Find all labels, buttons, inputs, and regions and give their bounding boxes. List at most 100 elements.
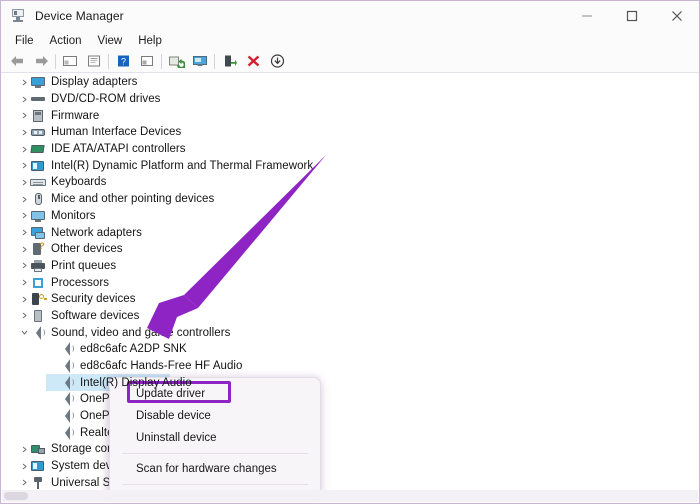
tree-row[interactable]: ed8c6afc A2DP SNK xyxy=(2,341,698,358)
tree-row[interactable]: Print queues xyxy=(2,258,698,275)
context-menu-separator xyxy=(122,453,308,454)
back-icon[interactable] xyxy=(5,51,29,71)
tree-row[interactable]: Monitors xyxy=(2,208,698,225)
chevron-right-icon[interactable] xyxy=(19,91,30,107)
context-menu-item-disable-device[interactable]: Disable device xyxy=(110,405,320,427)
chevron-right-icon[interactable] xyxy=(19,74,30,90)
tree-row[interactable]: Intel(R) Dynamic Platform and Thermal Fr… xyxy=(2,157,698,174)
tree-row[interactable]: Firmware xyxy=(2,107,698,124)
view-icon[interactable] xyxy=(135,51,159,71)
sound-device-icon xyxy=(59,391,75,407)
toolbar-separator xyxy=(214,53,215,69)
sound-device-icon xyxy=(59,375,75,391)
chevron-right-icon[interactable] xyxy=(19,475,30,490)
tree-row-label: Mice and other pointing devices xyxy=(51,193,215,206)
properties-icon[interactable] xyxy=(82,51,106,71)
minimize-icon[interactable] xyxy=(564,1,609,31)
tree-row[interactable]: Processors xyxy=(2,274,698,291)
show-hide-console-tree-icon[interactable] xyxy=(58,51,82,71)
scan-for-hardware-changes-icon[interactable] xyxy=(188,51,212,71)
tree-row-label: Processors xyxy=(51,276,110,289)
tree-row[interactable]: Display adapters xyxy=(2,74,698,91)
chevron-right-icon[interactable] xyxy=(19,275,30,291)
chevron-none-icon[interactable] xyxy=(48,341,59,357)
tree-row[interactable]: DVD/CD-ROM drives xyxy=(2,91,698,108)
chevron-right-icon[interactable] xyxy=(19,225,30,241)
chevron-right-icon[interactable] xyxy=(19,124,30,140)
chevron-right-icon[interactable] xyxy=(19,441,30,457)
tree-row[interactable]: Keyboards xyxy=(2,174,698,191)
device-manager-icon xyxy=(10,8,26,24)
chevron-none-icon[interactable] xyxy=(48,375,59,391)
dvd-drive-icon xyxy=(30,91,46,107)
sound-device-icon xyxy=(59,358,75,374)
chevron-none-icon[interactable] xyxy=(48,391,59,407)
tree-row[interactable]: Sound, video and game controllers xyxy=(2,324,698,341)
tree-row-label: ed8c6afc A2DP SNK xyxy=(80,343,187,356)
chevron-none-icon[interactable] xyxy=(48,358,59,374)
forward-icon[interactable] xyxy=(29,51,53,71)
network-adapter-icon xyxy=(30,225,46,241)
security-device-icon xyxy=(30,291,47,307)
chevron-right-icon[interactable] xyxy=(19,174,30,190)
chevron-none-icon[interactable] xyxy=(48,425,59,441)
mouse-icon xyxy=(30,191,46,207)
chevron-right-icon[interactable] xyxy=(19,158,30,174)
processor-icon xyxy=(30,275,46,291)
menu-action[interactable]: Action xyxy=(42,34,90,48)
chevron-right-icon[interactable] xyxy=(19,108,30,124)
chevron-right-icon[interactable] xyxy=(19,258,30,274)
context-menu[interactable]: Update driver Disable device Uninstall d… xyxy=(109,377,321,495)
menu-bar: File Action View Help xyxy=(1,31,699,50)
tree-row[interactable]: Software devices xyxy=(2,308,698,325)
uninstall-device-icon[interactable] xyxy=(241,51,265,71)
tree-row[interactable]: IDE ATA/ATAPI controllers xyxy=(2,141,698,158)
toolbar-separator xyxy=(108,53,109,69)
context-menu-separator xyxy=(122,484,308,485)
tree-row[interactable]: Security devices xyxy=(2,291,698,308)
chevron-right-icon[interactable] xyxy=(19,458,30,474)
tree-row[interactable]: Mice and other pointing devices xyxy=(2,191,698,208)
maximize-icon[interactable] xyxy=(609,1,654,31)
chevron-right-icon[interactable] xyxy=(19,208,30,224)
help-icon[interactable]: ? xyxy=(111,51,135,71)
chevron-right-icon[interactable] xyxy=(19,191,30,207)
device-manager-window: Device Manager File Action View Help ? D… xyxy=(0,0,700,504)
system-device-icon xyxy=(30,158,46,174)
sound-device-icon xyxy=(59,341,75,357)
download-icon[interactable] xyxy=(265,51,289,71)
horizontal-scrollbar[interactable] xyxy=(2,490,698,502)
chevron-none-icon[interactable] xyxy=(48,408,59,424)
chevron-right-icon[interactable] xyxy=(19,141,30,157)
chevron-right-icon[interactable] xyxy=(19,308,30,324)
menu-help[interactable]: Help xyxy=(130,34,170,48)
menu-file[interactable]: File xyxy=(7,34,42,48)
window-controls xyxy=(564,1,699,31)
tree-row[interactable]: ? Other devices xyxy=(2,241,698,258)
menu-view[interactable]: View xyxy=(90,34,131,48)
monitor-icon xyxy=(30,208,46,224)
tree-row[interactable]: ed8c6afc Hands-Free HF Audio xyxy=(2,358,698,375)
update-driver-icon[interactable] xyxy=(164,51,188,71)
enable-device-icon[interactable] xyxy=(217,51,241,71)
tree-row-label: Print queues xyxy=(51,259,117,272)
context-menu-item-uninstall-device[interactable]: Uninstall device xyxy=(110,427,320,449)
sound-device-icon xyxy=(59,425,75,441)
tree-row[interactable]: Intel(R) Display Audio xyxy=(2,374,698,392)
tree-row-label: Sound, video and game controllers xyxy=(51,326,231,339)
svg-text:?: ? xyxy=(120,57,125,67)
chevron-right-icon[interactable] xyxy=(19,241,30,257)
close-icon[interactable] xyxy=(654,1,699,31)
chevron-right-icon[interactable] xyxy=(19,291,30,307)
tree-row-label: Human Interface Devices xyxy=(51,126,182,139)
storage-controller-icon xyxy=(30,441,46,457)
usb-controller-icon xyxy=(30,475,46,490)
context-menu-item-scan-for-hardware-changes[interactable]: Scan for hardware changes xyxy=(110,458,320,480)
tree-row-label: ed8c6afc Hands-Free HF Audio xyxy=(80,360,243,373)
tree-row[interactable]: Network adapters xyxy=(2,224,698,241)
horizontal-scroll-thumb[interactable] xyxy=(4,492,28,500)
tree-row[interactable]: Human Interface Devices xyxy=(2,124,698,141)
chevron-down-icon[interactable] xyxy=(19,325,30,341)
printer-icon xyxy=(30,258,46,274)
tree-row-label: Network adapters xyxy=(51,226,142,239)
